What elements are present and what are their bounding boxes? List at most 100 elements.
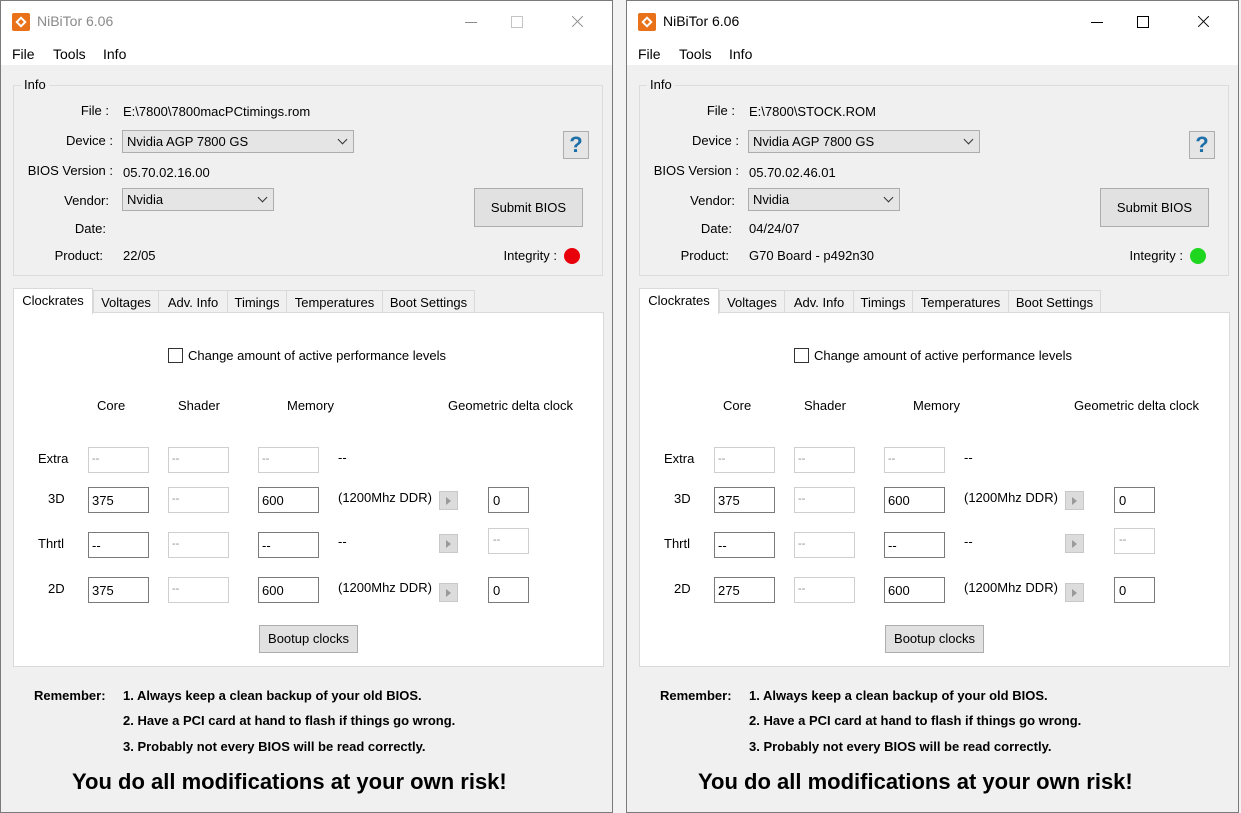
extra-memory-field: --: [884, 447, 945, 473]
menu-info[interactable]: Info: [103, 46, 126, 62]
close-button[interactable]: [554, 1, 600, 43]
thrtl-core-input[interactable]: --: [714, 532, 775, 558]
minimize-button[interactable]: [1074, 1, 1120, 43]
tab-timings[interactable]: Timings: [853, 290, 913, 313]
tab-clockrates[interactable]: Clockrates: [13, 288, 93, 314]
maximize-button[interactable]: [1120, 1, 1166, 43]
change-levels-checkbox[interactable]: [168, 348, 183, 363]
3d-memory-input[interactable]: 600: [258, 487, 319, 513]
tab-strip: Clockrates Voltages Adv. Info Timings Te…: [13, 288, 604, 314]
vendor-value: Nvidia: [753, 192, 790, 207]
submit-bios-button[interactable]: Submit BIOS: [1100, 188, 1209, 227]
nibitor-window-right[interactable]: NiBiTor 6.06 File Tools Info Info File :…: [626, 0, 1239, 813]
date-value: 04/24/07: [749, 221, 800, 236]
3d-row-label: 3D: [674, 491, 691, 506]
3d-core-input[interactable]: 375: [714, 487, 775, 513]
tab-voltages[interactable]: Voltages: [93, 290, 159, 313]
tab-boot-settings[interactable]: Boot Settings: [382, 290, 475, 313]
bios-version-label: BIOS Version :: [653, 163, 739, 178]
remember-label: Remember:: [34, 688, 106, 703]
tab-temperatures[interactable]: Temperatures: [912, 290, 1009, 313]
2d-row-label: 2D: [48, 581, 65, 596]
thrtl-arrow-button[interactable]: [1065, 534, 1084, 553]
bootup-clocks-button[interactable]: Bootup clocks: [259, 625, 358, 653]
menu-tools[interactable]: Tools: [679, 46, 712, 62]
chevron-down-icon: [883, 192, 894, 203]
remember-line-3: 3. Probably not every BIOS will be read …: [123, 739, 426, 754]
product-label: Product:: [680, 248, 729, 263]
vendor-value: Nvidia: [127, 192, 164, 207]
file-label: File :: [706, 103, 735, 118]
product-value: G70 Board - p492n30: [749, 248, 875, 263]
3d-arrow-button[interactable]: [1065, 491, 1084, 510]
integrity-status-icon: [1190, 248, 1206, 264]
remember-line-3: 3. Probably not every BIOS will be read …: [749, 739, 1052, 754]
2d-delta-input[interactable]: 0: [488, 577, 529, 603]
product-label: Product:: [54, 248, 103, 263]
tab-clockrates[interactable]: Clockrates: [639, 288, 719, 314]
thrtl-row-label: Thrtl: [38, 536, 64, 551]
menu-bar: File Tools Info: [1, 43, 612, 65]
thrtl-memory-input[interactable]: --: [258, 532, 319, 558]
help-button[interactable]: ?: [563, 131, 589, 159]
device-select[interactable]: Nvidia AGP 7800 GS: [748, 130, 980, 153]
2d-shader-field: --: [794, 577, 855, 603]
thrtl-core-input[interactable]: --: [88, 532, 149, 558]
2d-delta-input[interactable]: 0: [1114, 577, 1155, 603]
3d-delta-input[interactable]: 0: [1114, 487, 1155, 513]
menu-file[interactable]: File: [12, 46, 35, 62]
menu-tools[interactable]: Tools: [53, 46, 86, 62]
chevron-down-icon: [963, 134, 974, 145]
extra-core-field: --: [714, 447, 775, 473]
close-button[interactable]: [1180, 1, 1226, 43]
vendor-select[interactable]: Nvidia: [748, 188, 900, 211]
remember-label: Remember:: [660, 688, 732, 703]
2d-arrow-button[interactable]: [1065, 583, 1084, 602]
menu-info[interactable]: Info: [729, 46, 752, 62]
device-label: Device :: [66, 133, 113, 148]
maximize-button[interactable]: [494, 1, 540, 43]
minimize-button[interactable]: [448, 1, 494, 43]
vendor-select[interactable]: Nvidia: [122, 188, 274, 211]
thrtl-memory-input[interactable]: --: [884, 532, 945, 558]
2d-core-input[interactable]: 275: [714, 577, 775, 603]
extra-core-field: --: [88, 447, 149, 473]
remember-line-2: 2. Have a PCI card at hand to flash if t…: [749, 713, 1082, 728]
info-group-title: Info: [21, 77, 49, 92]
tab-temperatures[interactable]: Temperatures: [286, 290, 383, 313]
title-bar[interactable]: NiBiTor 6.06: [627, 1, 1238, 43]
nibitor-window-left[interactable]: NiBiTor 6.06 File Tools Info Info File :…: [0, 0, 613, 813]
tab-adv-info[interactable]: Adv. Info: [784, 290, 854, 313]
3d-core-input[interactable]: 375: [88, 487, 149, 513]
2d-memory-input[interactable]: 600: [884, 577, 945, 603]
menu-file[interactable]: File: [638, 46, 661, 62]
thrtl-delta-field: --: [488, 528, 529, 554]
extra-memory-field: --: [258, 447, 319, 473]
tab-boot-settings[interactable]: Boot Settings: [1008, 290, 1101, 313]
tab-adv-info[interactable]: Adv. Info: [158, 290, 228, 313]
extra-row-label: Extra: [38, 451, 69, 466]
2d-arrow-button[interactable]: [439, 583, 458, 602]
3d-arrow-button[interactable]: [439, 491, 458, 510]
window-title: NiBiTor 6.06: [37, 13, 114, 29]
bootup-clocks-button[interactable]: Bootup clocks: [885, 625, 984, 653]
thrtl-delta-field: --: [1114, 528, 1155, 554]
3d-delta-input[interactable]: 0: [488, 487, 529, 513]
3d-row-label: 3D: [48, 491, 65, 506]
remember-line-1: 1. Always keep a clean backup of your ol…: [123, 688, 422, 703]
device-select[interactable]: Nvidia AGP 7800 GS: [122, 130, 354, 153]
remember-line-2: 2. Have a PCI card at hand to flash if t…: [123, 713, 456, 728]
tab-voltages[interactable]: Voltages: [719, 290, 785, 313]
help-button[interactable]: ?: [1189, 131, 1215, 159]
thrtl-arrow-button[interactable]: [439, 534, 458, 553]
change-levels-checkbox[interactable]: [794, 348, 809, 363]
title-bar[interactable]: NiBiTor 6.06: [1, 1, 612, 43]
3d-memory-input[interactable]: 600: [884, 487, 945, 513]
2d-shader-field: --: [168, 577, 229, 603]
extra-row-label: Extra: [664, 451, 695, 466]
tab-timings[interactable]: Timings: [227, 290, 287, 313]
2d-memory-input[interactable]: 600: [258, 577, 319, 603]
submit-bios-button[interactable]: Submit BIOS: [474, 188, 583, 227]
remember-line-1: 1. Always keep a clean backup of your ol…: [749, 688, 1048, 703]
2d-core-input[interactable]: 375: [88, 577, 149, 603]
